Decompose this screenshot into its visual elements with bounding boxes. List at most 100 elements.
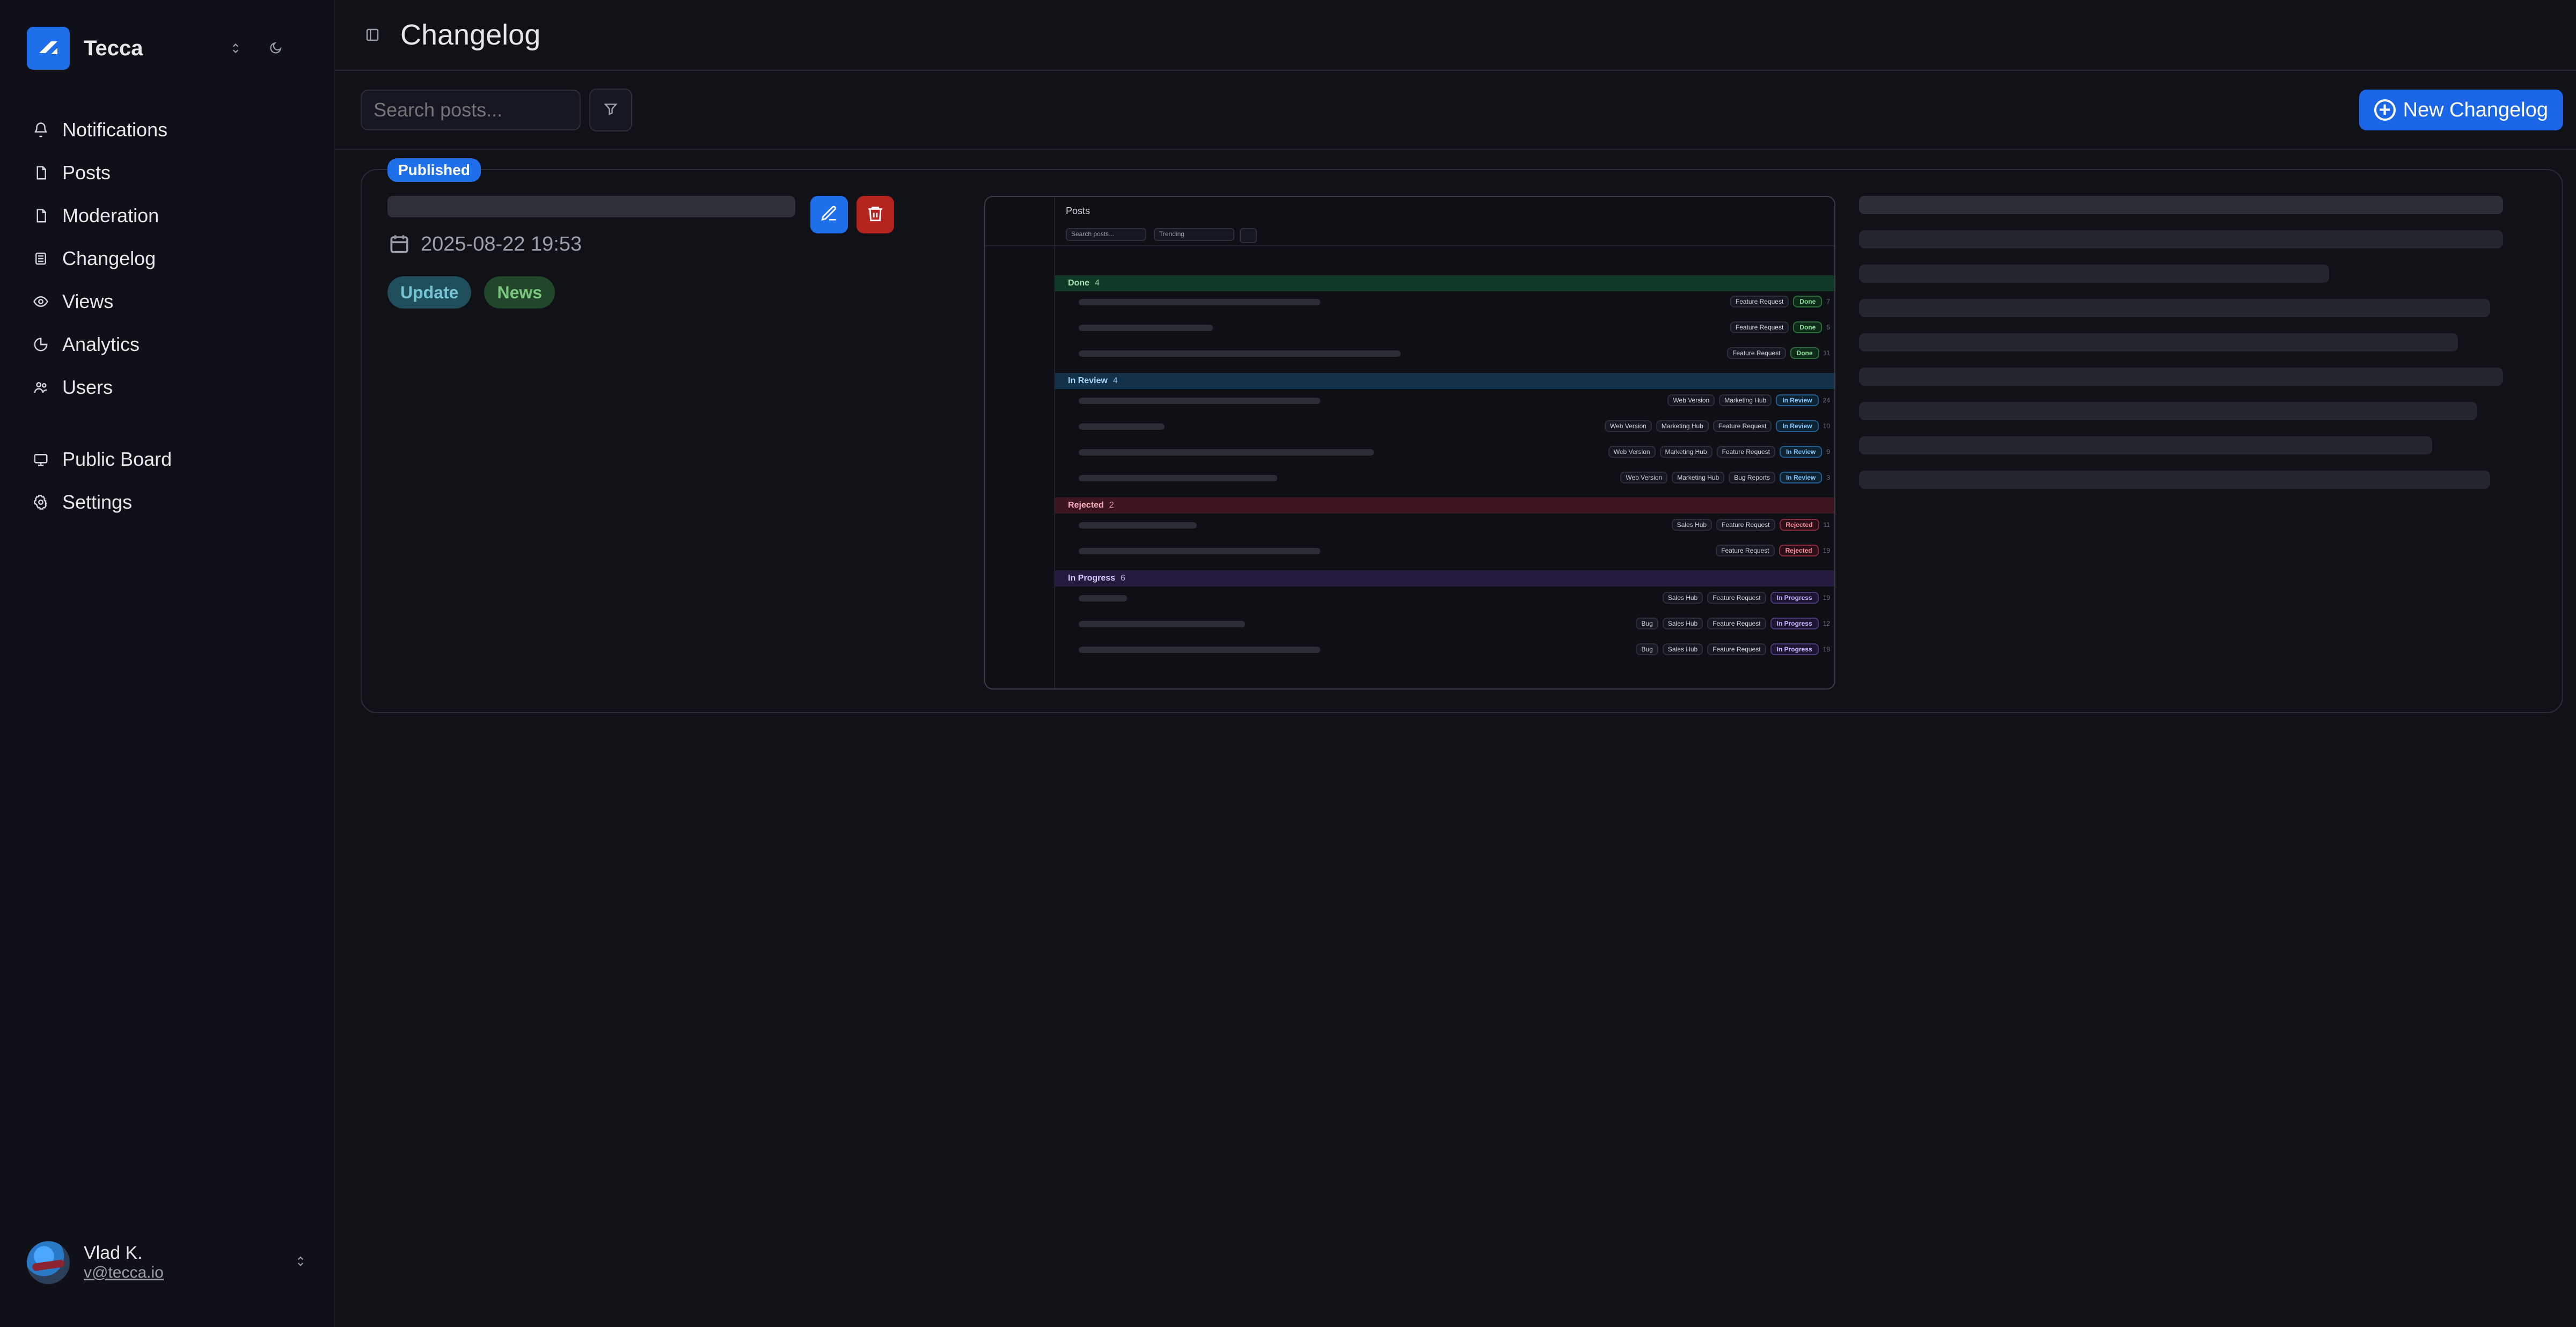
status-chip: Done [1793,296,1823,307]
sidebar-item-analytics[interactable]: Analytics [27,323,313,366]
row-title-skeleton [1079,621,1245,627]
skeleton-line [1859,265,2329,283]
chip: Marketing Hub [1719,394,1772,406]
sidebar-item-posts[interactable]: Posts [27,151,313,194]
preview-group-done: Done 4 [1055,275,1834,291]
preview-filter-icon [1240,228,1257,243]
chip: Bug [1636,618,1658,629]
analytics-icon [29,333,53,356]
preview-title: Posts [1066,206,1091,216]
sidebar-item-notifications[interactable]: Notifications [27,108,313,151]
preview-row: Sales Hub Feature Request In Progress 19 [1055,588,1834,611]
preview-sort-select: Trending [1154,228,1234,241]
user-name: Vlad K. [84,1243,143,1264]
sidebar-item-changelog[interactable]: Changelog [27,237,313,280]
chip: Web Version [1608,446,1656,458]
preview-group-in-review: In Review 4 [1055,373,1834,389]
main-content: Changelog + New Changelog Published [335,0,2576,1327]
row-title-skeleton [1079,475,1277,481]
row-chips: Bug Sales Hub Feature Request In Progres… [1636,618,1830,629]
chip: Feature Request [1707,643,1766,655]
changelog-card[interactable]: Published 2025-08-22 19:53 Update News P… [361,158,2563,713]
sidebar-item-label: Moderation [62,204,159,226]
tag-update[interactable]: Update [387,276,472,309]
chip: Marketing Hub [1672,472,1725,483]
filter-button[interactable] [589,89,632,131]
toolbar-divider [335,149,2576,150]
chip: Feature Request [1716,545,1775,556]
user-menu[interactable]: Vlad K. v@tecca.io [27,1236,313,1289]
chip: Web Version [1667,394,1715,406]
skeleton-line [1859,333,2458,351]
changelog-preview-image: Posts Search posts... Trending Done 4 In… [984,196,1835,690]
sidebar-item-moderation[interactable]: Moderation [27,194,313,237]
preview-row: Web Version Marketing Hub Bug Reports In… [1055,467,1834,491]
tag-news[interactable]: News [484,276,555,309]
row-chips: Web Version Marketing Hub Feature Reques… [1608,446,1830,458]
toolbar: + New Changelog [361,89,2563,131]
row-number: 11 [1823,349,1830,357]
filter-icon [603,101,619,120]
title-skeleton [387,196,795,217]
chip: Web Version [1605,420,1652,432]
row-chips: Feature Request Rejected 19 [1716,545,1830,556]
user-menu-chevron-icon[interactable] [294,1255,308,1271]
user-info: Vlad K. v@tecca.io [84,1243,164,1282]
row-title-skeleton [1079,595,1127,602]
gear-icon [29,490,53,514]
preview-row: Feature Request Done 11 [1055,343,1834,366]
preview-group-in-progress: In Progress 6 [1055,570,1834,586]
app-logo [27,27,70,70]
row-number: 10 [1823,422,1830,430]
row-number: 24 [1823,397,1830,404]
row-chips: Web Version Marketing Hub Feature Reques… [1605,420,1830,432]
status-chip: Rejected [1779,545,1819,556]
preview-row: Web Version Marketing Hub In Review 24 [1055,390,1834,414]
row-chips: Feature Request Done 11 [1727,347,1830,359]
preview-row: Feature Request Done 5 [1055,317,1834,341]
row-number: 19 [1823,594,1830,602]
search-input[interactable] [361,90,581,130]
preview-group-count: 4 [1113,376,1118,385]
row-title-skeleton [1079,299,1320,305]
sidebar-item-views[interactable]: Views [27,280,313,323]
chip: Sales Hub [1671,519,1713,531]
sidebar-toggle-icon[interactable] [361,23,384,47]
changelog-icon [29,247,53,270]
row-title-skeleton [1079,548,1320,554]
preview-group-name: In Progress [1068,574,1116,583]
sidebar-item-settings[interactable]: Settings [27,481,313,524]
preview-group-name: In Review [1068,376,1108,385]
row-chips: Feature Request Done 7 [1730,296,1830,307]
page-header: Changelog [335,0,2576,71]
chip: Sales Hub [1662,592,1703,604]
status-chip: In Progress [1770,618,1819,629]
row-number: 11 [1823,521,1830,529]
row-number: 18 [1823,646,1830,653]
sidebar-nav: Notifications Posts Moderation Changelog… [27,108,313,524]
row-title-skeleton [1079,398,1320,404]
chip: Feature Request [1730,296,1789,307]
user-email: v@tecca.io [84,1264,164,1282]
chip: Feature Request [1730,321,1789,333]
edit-button[interactable] [810,196,848,233]
sidebar-item-label: Analytics [62,333,140,355]
sidebar-item-public-board[interactable]: Public Board [27,438,313,481]
trash-icon [866,204,884,225]
theme-toggle-moon-icon[interactable] [265,38,286,59]
preview-group-name: Done [1068,278,1089,288]
sidebar-item-users[interactable]: Users [27,366,313,409]
preview-row: Web Version Marketing Hub Feature Reques… [1055,442,1834,465]
workspace-switch-icon[interactable] [225,38,246,59]
preview-group-rejected: Rejected 2 [1055,497,1834,514]
app-name: Tecca [84,36,143,60]
skeleton-line [1859,230,2503,248]
sidebar-item-label: Views [62,290,114,312]
board-icon [29,448,53,471]
chip: Feature Request [1707,618,1766,629]
new-changelog-button[interactable]: + New Changelog [2359,90,2563,130]
preview-search-input: Search posts... [1066,228,1146,241]
delete-button[interactable] [857,196,894,233]
chip: Feature Request [1727,347,1786,359]
